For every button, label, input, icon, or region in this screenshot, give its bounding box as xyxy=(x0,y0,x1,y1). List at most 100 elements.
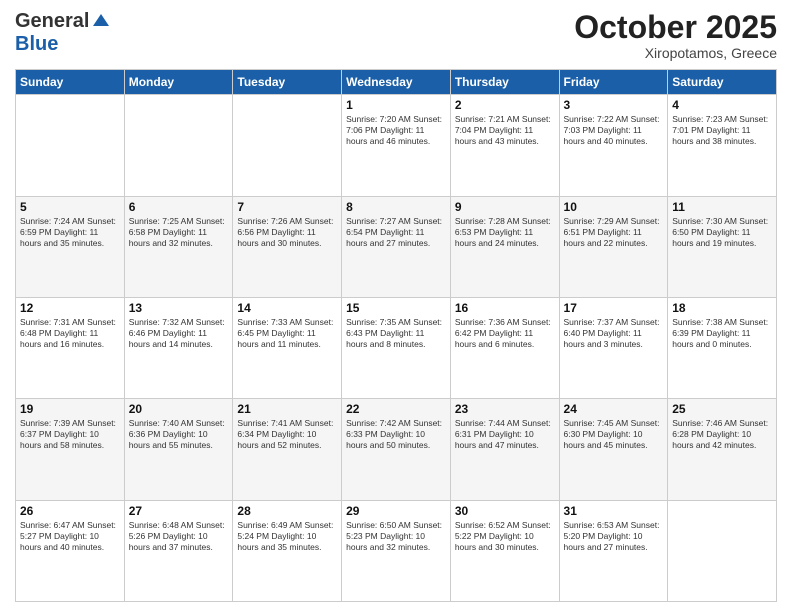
logo-general-text: General xyxy=(15,10,89,33)
calendar-table: SundayMondayTuesdayWednesdayThursdayFrid… xyxy=(15,69,777,602)
day-cell: 16 Sunrise: 7:36 AM Sunset: 6:42 PM Dayli… xyxy=(450,297,559,398)
day-number: 28 xyxy=(237,504,337,518)
day-info: Sunrise: 7:27 AM Sunset: 6:54 PM Dayligh… xyxy=(346,216,446,249)
day-number: 20 xyxy=(129,402,229,416)
day-cell: 18Sunrise: 7:38 AM Sunset: 6:39 PM Dayli… xyxy=(668,297,777,398)
day-number: 24 xyxy=(564,402,664,416)
day-cell: 21 Sunrise: 7:41 AM Sunset: 6:34 PM Dayli… xyxy=(233,399,342,500)
day-cell: 3Sunrise: 7:22 AM Sunset: 7:03 PM Daylig… xyxy=(559,95,668,196)
day-info: Sunrise: 7:45 AM Sunset: 6:30 PM Dayligh… xyxy=(564,418,664,451)
day-cell: 15Sunrise: 7:35 AM Sunset: 6:43 PM Dayli… xyxy=(342,297,451,398)
day-info: Sunrise: 7:46 AM Sunset: 6:28 PM Dayligh… xyxy=(672,418,772,451)
day-number: 13 xyxy=(129,301,229,315)
day-info: Sunrise: 7:39 AM Sunset: 6:37 PM Dayligh… xyxy=(20,418,120,451)
day-cell xyxy=(668,500,777,601)
day-info: Sunrise: 7:42 AM Sunset: 6:33 PM Dayligh… xyxy=(346,418,446,451)
day-cell: 7Sunrise: 7:26 AM Sunset: 6:56 PM Daylig… xyxy=(233,196,342,297)
week-row-5: 26 Sunrise: 6:47 AM Sunset: 5:27 PM Dayli… xyxy=(16,500,777,601)
day-number: 14 xyxy=(237,301,337,315)
day-number: 8 xyxy=(346,200,446,214)
day-info: Sunrise: 6:52 AM Sunset: 5:22 PM Dayligh… xyxy=(455,520,555,553)
day-cell: 22 Sunrise: 7:42 AM Sunset: 6:33 PM Dayli… xyxy=(342,399,451,500)
day-cell: 29 Sunrise: 6:50 AM Sunset: 5:23 PM Dayli… xyxy=(342,500,451,601)
day-info: Sunrise: 7:25 AM Sunset: 6:58 PM Dayligh… xyxy=(129,216,229,249)
day-cell: 5Sunrise: 7:24 AM Sunset: 6:59 PM Daylig… xyxy=(16,196,125,297)
month-title: October 2025 xyxy=(574,10,777,45)
day-info: Sunrise: 7:20 AM Sunset: 7:06 PM Dayligh… xyxy=(346,114,446,147)
day-info: Sunrise: 7:36 AM Sunset: 6:42 PM Dayligh… xyxy=(455,317,555,350)
day-number: 22 xyxy=(346,402,446,416)
day-header-sunday: Sunday xyxy=(16,70,125,95)
day-number: 9 xyxy=(455,200,555,214)
day-number: 4 xyxy=(672,98,772,112)
day-cell xyxy=(124,95,233,196)
day-cell: 9 Sunrise: 7:28 AM Sunset: 6:53 PM Daylig… xyxy=(450,196,559,297)
day-header-friday: Friday xyxy=(559,70,668,95)
day-number: 6 xyxy=(129,200,229,214)
day-cell: 27Sunrise: 6:48 AM Sunset: 5:26 PM Dayli… xyxy=(124,500,233,601)
day-cell: 17Sunrise: 7:37 AM Sunset: 6:40 PM Dayli… xyxy=(559,297,668,398)
week-row-2: 5Sunrise: 7:24 AM Sunset: 6:59 PM Daylig… xyxy=(16,196,777,297)
day-number: 5 xyxy=(20,200,120,214)
day-info: Sunrise: 7:32 AM Sunset: 6:46 PM Dayligh… xyxy=(129,317,229,350)
day-cell: 12 Sunrise: 7:31 AM Sunset: 6:48 PM Dayli… xyxy=(16,297,125,398)
day-header-monday: Monday xyxy=(124,70,233,95)
page: General Blue October 2025 Xiropotamos, G… xyxy=(0,0,792,612)
header-row: SundayMondayTuesdayWednesdayThursdayFrid… xyxy=(16,70,777,95)
day-cell: 23 Sunrise: 7:44 AM Sunset: 6:31 PM Dayli… xyxy=(450,399,559,500)
day-info: Sunrise: 7:21 AM Sunset: 7:04 PM Dayligh… xyxy=(455,114,555,147)
day-cell: 31 Sunrise: 6:53 AM Sunset: 5:20 PM Dayli… xyxy=(559,500,668,601)
day-number: 29 xyxy=(346,504,446,518)
day-cell: 19Sunrise: 7:39 AM Sunset: 6:37 PM Dayli… xyxy=(16,399,125,500)
day-info: Sunrise: 7:31 AM Sunset: 6:48 PM Dayligh… xyxy=(20,317,120,350)
day-number: 10 xyxy=(564,200,664,214)
day-info: Sunrise: 7:44 AM Sunset: 6:31 PM Dayligh… xyxy=(455,418,555,451)
location-subtitle: Xiropotamos, Greece xyxy=(574,45,777,61)
day-info: Sunrise: 6:49 AM Sunset: 5:24 PM Dayligh… xyxy=(237,520,337,553)
day-number: 16 xyxy=(455,301,555,315)
day-info: Sunrise: 7:23 AM Sunset: 7:01 PM Dayligh… xyxy=(672,114,772,147)
day-info: Sunrise: 7:29 AM Sunset: 6:51 PM Dayligh… xyxy=(564,216,664,249)
day-number: 30 xyxy=(455,504,555,518)
day-info: Sunrise: 7:22 AM Sunset: 7:03 PM Dayligh… xyxy=(564,114,664,147)
day-header-wednesday: Wednesday xyxy=(342,70,451,95)
day-info: Sunrise: 6:50 AM Sunset: 5:23 PM Dayligh… xyxy=(346,520,446,553)
header: General Blue October 2025 Xiropotamos, G… xyxy=(15,10,777,61)
week-row-3: 12 Sunrise: 7:31 AM Sunset: 6:48 PM Dayli… xyxy=(16,297,777,398)
day-info: Sunrise: 7:41 AM Sunset: 6:34 PM Dayligh… xyxy=(237,418,337,451)
day-cell xyxy=(16,95,125,196)
week-row-4: 19Sunrise: 7:39 AM Sunset: 6:37 PM Dayli… xyxy=(16,399,777,500)
day-header-saturday: Saturday xyxy=(668,70,777,95)
day-info: Sunrise: 7:28 AM Sunset: 6:53 PM Dayligh… xyxy=(455,216,555,249)
day-number: 25 xyxy=(672,402,772,416)
day-info: Sunrise: 6:53 AM Sunset: 5:20 PM Dayligh… xyxy=(564,520,664,553)
logo-blue-text: Blue xyxy=(15,33,58,56)
day-number: 18 xyxy=(672,301,772,315)
day-number: 2 xyxy=(455,98,555,112)
day-number: 7 xyxy=(237,200,337,214)
day-number: 12 xyxy=(20,301,120,315)
day-number: 11 xyxy=(672,200,772,214)
day-cell: 13 Sunrise: 7:32 AM Sunset: 6:46 PM Dayli… xyxy=(124,297,233,398)
title-block: October 2025 Xiropotamos, Greece xyxy=(574,10,777,61)
logo: General Blue xyxy=(15,10,111,56)
day-info: Sunrise: 6:47 AM Sunset: 5:27 PM Dayligh… xyxy=(20,520,120,553)
day-cell xyxy=(233,95,342,196)
day-info: Sunrise: 7:33 AM Sunset: 6:45 PM Dayligh… xyxy=(237,317,337,350)
day-number: 23 xyxy=(455,402,555,416)
day-number: 31 xyxy=(564,504,664,518)
day-header-thursday: Thursday xyxy=(450,70,559,95)
day-number: 21 xyxy=(237,402,337,416)
day-info: Sunrise: 7:35 AM Sunset: 6:43 PM Dayligh… xyxy=(346,317,446,350)
day-info: Sunrise: 6:48 AM Sunset: 5:26 PM Dayligh… xyxy=(129,520,229,553)
day-number: 26 xyxy=(20,504,120,518)
day-cell: 11Sunrise: 7:30 AM Sunset: 6:50 PM Dayli… xyxy=(668,196,777,297)
day-header-tuesday: Tuesday xyxy=(233,70,342,95)
day-cell: 25 Sunrise: 7:46 AM Sunset: 6:28 PM Dayli… xyxy=(668,399,777,500)
day-number: 17 xyxy=(564,301,664,315)
day-cell: 1Sunrise: 7:20 AM Sunset: 7:06 PM Daylig… xyxy=(342,95,451,196)
day-cell: 14 Sunrise: 7:33 AM Sunset: 6:45 PM Dayli… xyxy=(233,297,342,398)
day-cell: 6 Sunrise: 7:25 AM Sunset: 6:58 PM Daylig… xyxy=(124,196,233,297)
day-cell: 8 Sunrise: 7:27 AM Sunset: 6:54 PM Daylig… xyxy=(342,196,451,297)
week-row-1: 1Sunrise: 7:20 AM Sunset: 7:06 PM Daylig… xyxy=(16,95,777,196)
